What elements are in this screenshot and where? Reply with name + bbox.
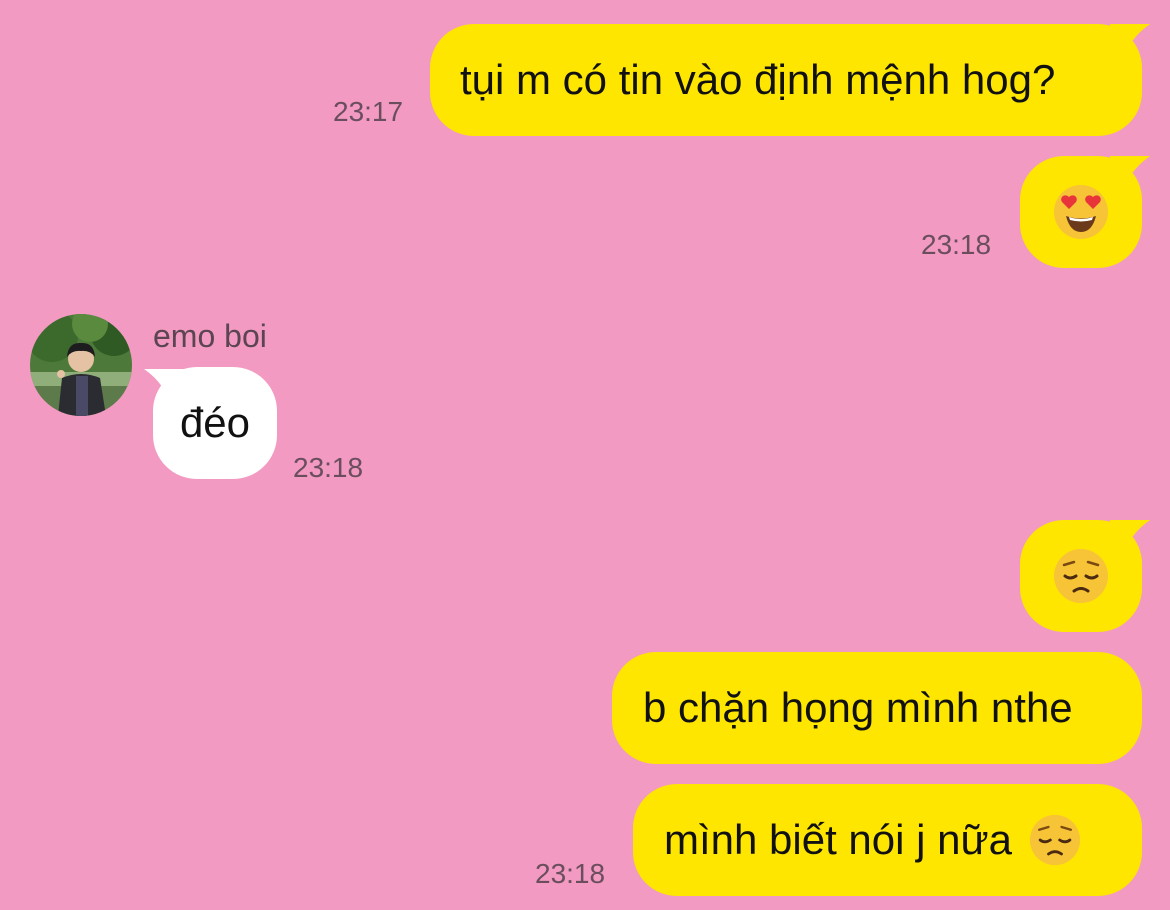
message-bubble-mine[interactable]: mình biết nói j nữa: [633, 784, 1142, 896]
message-timestamp: 23:17: [333, 96, 404, 127]
pensive-face-emoji-icon: [1029, 814, 1081, 866]
profile-photo-icon: [30, 314, 132, 416]
message-timestamp: 23:18: [921, 229, 992, 260]
message-bubble-mine[interactable]: b chặn họng mình nthe: [612, 652, 1142, 764]
message-bubble-mine[interactable]: tụi m có tin vào định mệnh hog?: [430, 24, 1142, 136]
bubble-tail: [1110, 520, 1150, 554]
message-text: đéo: [179, 399, 251, 446]
message-timestamp: 23:18: [293, 452, 364, 483]
contact-avatar[interactable]: [30, 314, 132, 416]
heart-eyes-emoji-icon: [1054, 185, 1108, 239]
message-timestamp: 23:18: [535, 858, 606, 889]
bubble-tail: [1110, 24, 1150, 58]
bubble-tail: [144, 369, 184, 403]
message-text: tụi m có tin vào định mệnh hog?: [460, 56, 1056, 103]
sender-name: emo boi: [153, 318, 267, 354]
bubble-tail: [1110, 156, 1150, 190]
message-text: b chặn họng mình nthe: [643, 684, 1073, 731]
pensive-face-emoji-icon: [1054, 549, 1108, 603]
message-text: mình biết nói j nữa: [664, 816, 1012, 863]
